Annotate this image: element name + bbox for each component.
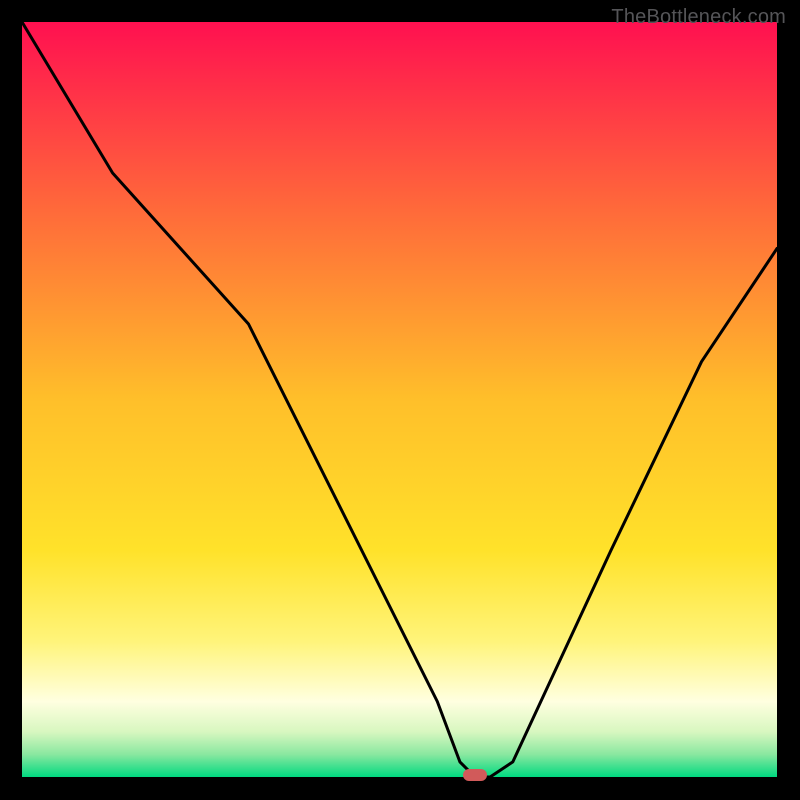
chart-background-gradient (22, 22, 777, 777)
optimal-point-marker (463, 769, 487, 781)
watermark-text: TheBottleneck.com (611, 6, 786, 29)
bottleneck-chart (0, 0, 800, 800)
chart-container: TheBottleneck.com (0, 0, 800, 800)
